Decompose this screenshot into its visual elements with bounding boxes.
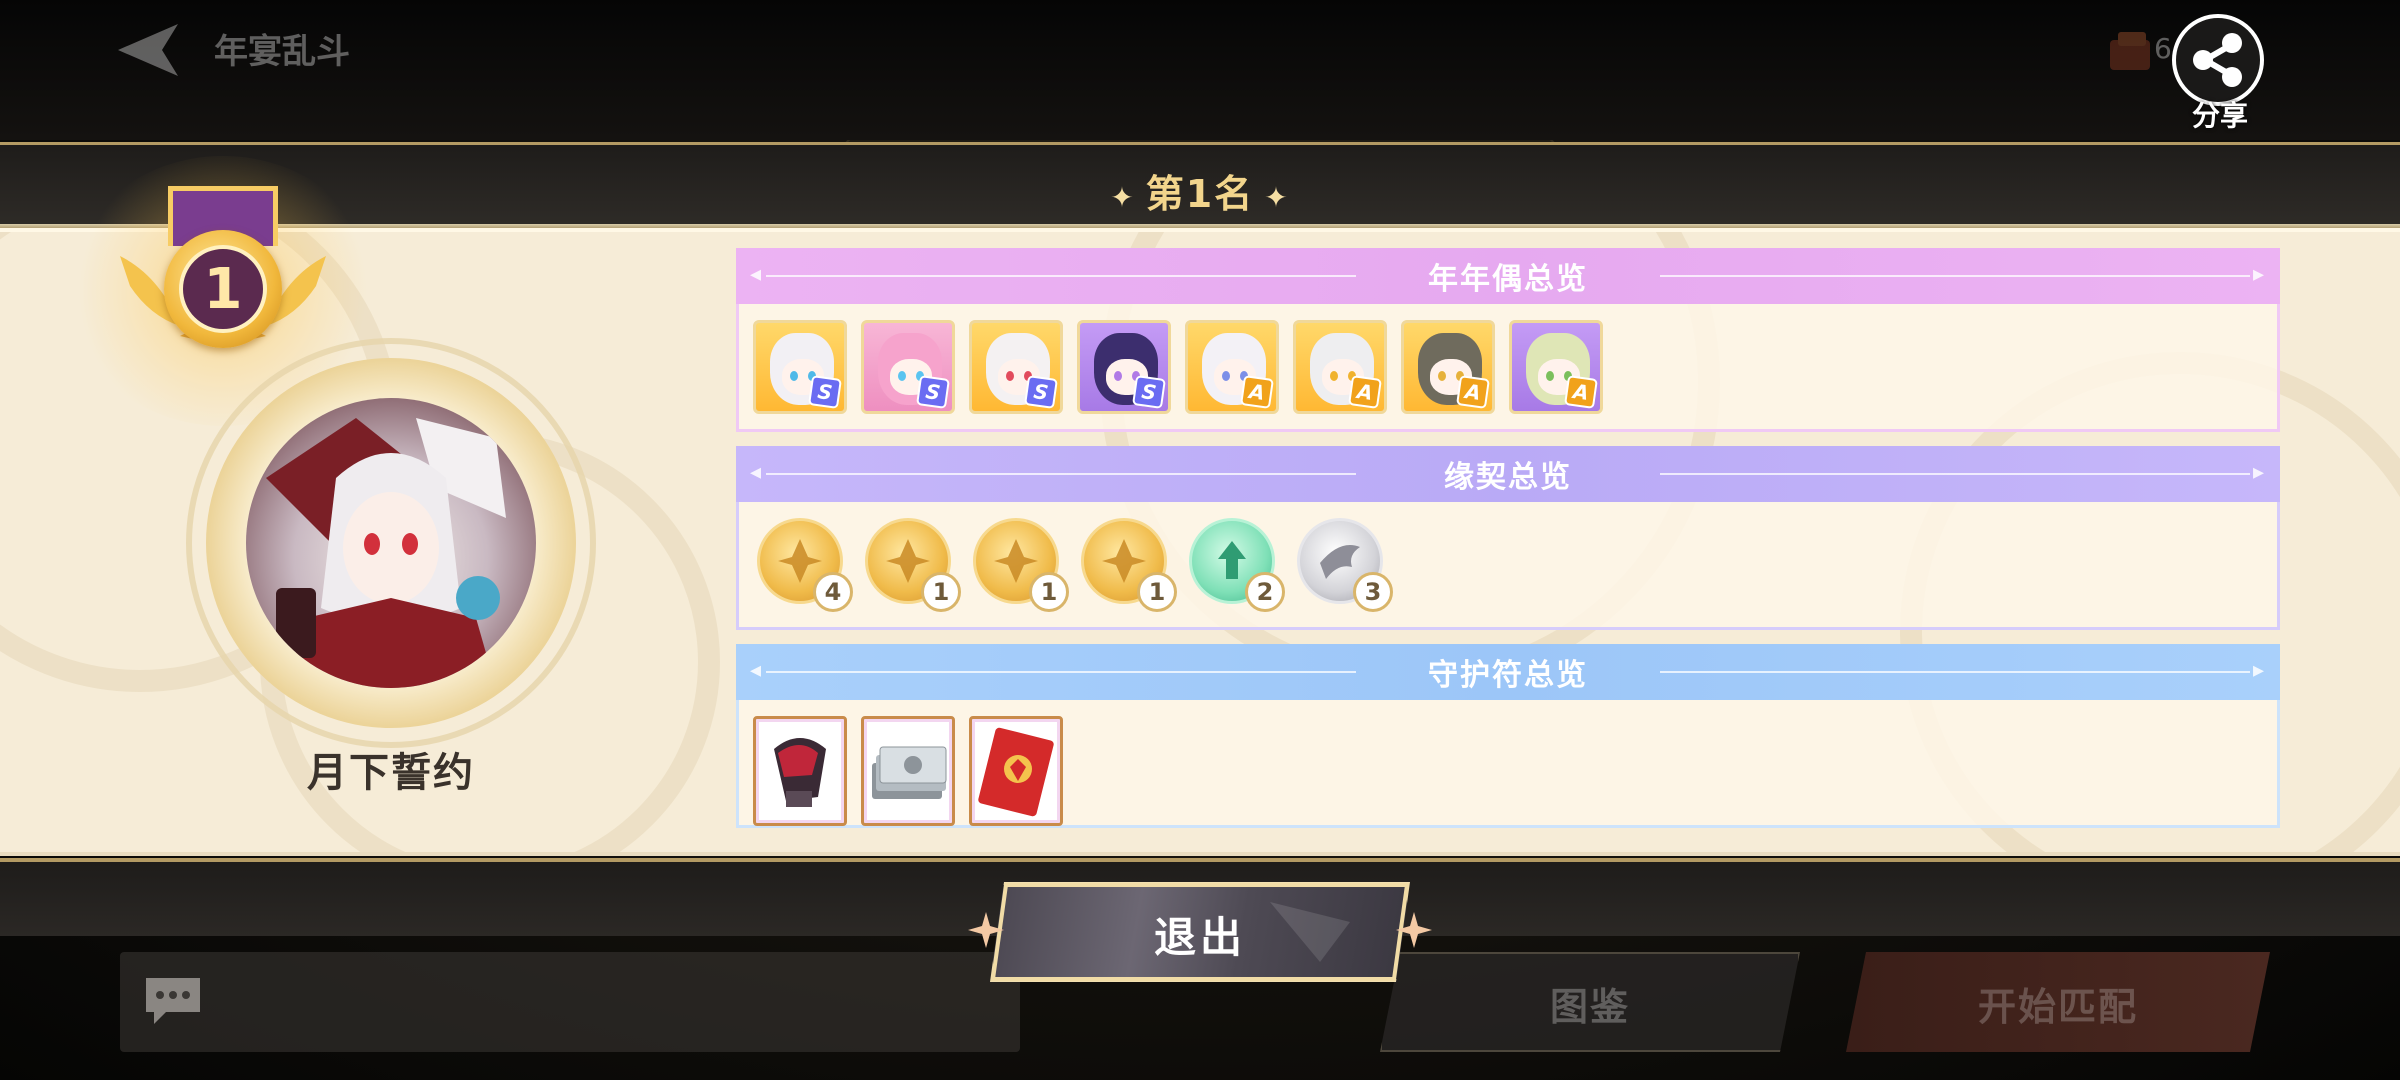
chevron-left-icon: ◂: [750, 460, 764, 485]
doll-tile[interactable]: A: [1293, 320, 1387, 414]
charm-gauntlet[interactable]: [753, 716, 847, 826]
doll-tile[interactable]: S: [1077, 320, 1171, 414]
exit-label: 退出: [1153, 913, 1246, 962]
charm-red-envelope[interactable]: [969, 716, 1063, 826]
bond-item[interactable]: 1: [1077, 514, 1177, 614]
bond-item[interactable]: 4: [753, 514, 853, 614]
dolls-title: 年年偶总览: [1428, 262, 1588, 297]
share-button[interactable]: 分享: [2172, 14, 2268, 132]
share-label: 分享: [2191, 99, 2248, 132]
gallery-button[interactable]: 图鉴: [1380, 952, 1800, 1052]
dolls-overview: ◂ 年年偶总览 ▸ S S S S A A A A: [736, 248, 2280, 432]
start-match-label: 开始匹配: [1977, 985, 2138, 1029]
charms-header: ◂ 守护符总览 ▸: [736, 644, 2280, 700]
back-arrow-icon: [118, 24, 178, 76]
bond-item[interactable]: 3: [1293, 514, 1393, 614]
chat-input[interactable]: [120, 952, 1020, 1052]
doll-tile[interactable]: S: [861, 320, 955, 414]
bonds-title: 缘契总览: [1444, 460, 1572, 495]
charm-banknotes[interactable]: [861, 716, 955, 826]
top-bar: 年宴乱斗 6: [0, 0, 2400, 140]
grade-badge: A: [1348, 375, 1382, 409]
avatar-portrait: [246, 398, 536, 688]
player-name: 月下誓约: [307, 750, 475, 796]
bond-count: 1: [1137, 572, 1177, 612]
medal-number: 1: [179, 245, 267, 333]
grade-badge: A: [1240, 375, 1274, 409]
bond-item[interactable]: 1: [861, 514, 961, 614]
doll-tile[interactable]: A: [1185, 320, 1279, 414]
bond-item[interactable]: 2: [1185, 514, 1285, 614]
share-icon: [2172, 14, 2264, 106]
doll-tile[interactable]: A: [1509, 320, 1603, 414]
bonds-overview: ◂ 缘契总览 ▸ 4 1 1 1 2 3: [736, 446, 2280, 630]
charms-overview: ◂ 守护符总览 ▸: [736, 644, 2280, 828]
exit-button[interactable]: 退出: [968, 882, 1432, 982]
sparkle-icon: ✦: [1110, 181, 1136, 214]
bond-count: 3: [1353, 572, 1393, 612]
charms-title: 守护符总览: [1428, 658, 1588, 693]
sparkle-icon: ✦: [1264, 181, 1290, 214]
chevron-left-icon: ◂: [750, 262, 764, 287]
rank-label: 第1名: [1145, 172, 1255, 216]
doll-tile[interactable]: S: [753, 320, 847, 414]
medal-badge: 1: [164, 230, 282, 348]
page-title: 年宴乱斗: [214, 32, 350, 72]
chevron-right-icon: ▸: [2252, 460, 2266, 485]
rank-banner: ✦ 第1名 ✦: [0, 142, 2400, 230]
doll-tile[interactable]: S: [969, 320, 1063, 414]
rank-medal: 1: [68, 156, 378, 426]
charm-banknotes-icon: [864, 719, 952, 823]
start-match-button[interactable]: 开始匹配: [1846, 952, 2270, 1052]
grade-badge: S: [916, 375, 950, 409]
bonds-list: 4 1 1 1 2 3: [736, 502, 2280, 630]
chevron-right-icon: ▸: [2252, 262, 2266, 287]
grade-badge: A: [1456, 375, 1490, 409]
dolls-list: SSSSAAAA: [736, 304, 2280, 432]
grade-badge: A: [1564, 375, 1598, 409]
bond-item[interactable]: 1: [969, 514, 1069, 614]
bonds-header: ◂ 缘契总览 ▸: [736, 446, 2280, 502]
grade-badge: S: [1132, 375, 1166, 409]
bond-count: 2: [1245, 572, 1285, 612]
grade-badge: S: [808, 375, 842, 409]
charm-red-envelope-icon: [972, 719, 1060, 823]
chevron-right-icon: ▸: [2252, 658, 2266, 683]
gallery-label: 图鉴: [1549, 985, 1630, 1029]
chat-bubble-icon: [146, 978, 200, 1024]
bond-count: 1: [921, 572, 961, 612]
chevron-left-icon: ◂: [750, 658, 764, 683]
bond-count: 4: [813, 572, 853, 612]
doll-tile[interactable]: A: [1401, 320, 1495, 414]
rank-title: ✦ 第1名 ✦: [0, 163, 2400, 218]
player-avatar: [206, 358, 576, 728]
bond-count: 1: [1029, 572, 1069, 612]
dolls-header: ◂ 年年偶总览 ▸: [736, 248, 2280, 304]
charms-list: [736, 700, 2280, 828]
charm-gauntlet-icon: [756, 719, 844, 823]
grade-badge: S: [1024, 375, 1058, 409]
currency-value: 6: [2154, 32, 2172, 65]
